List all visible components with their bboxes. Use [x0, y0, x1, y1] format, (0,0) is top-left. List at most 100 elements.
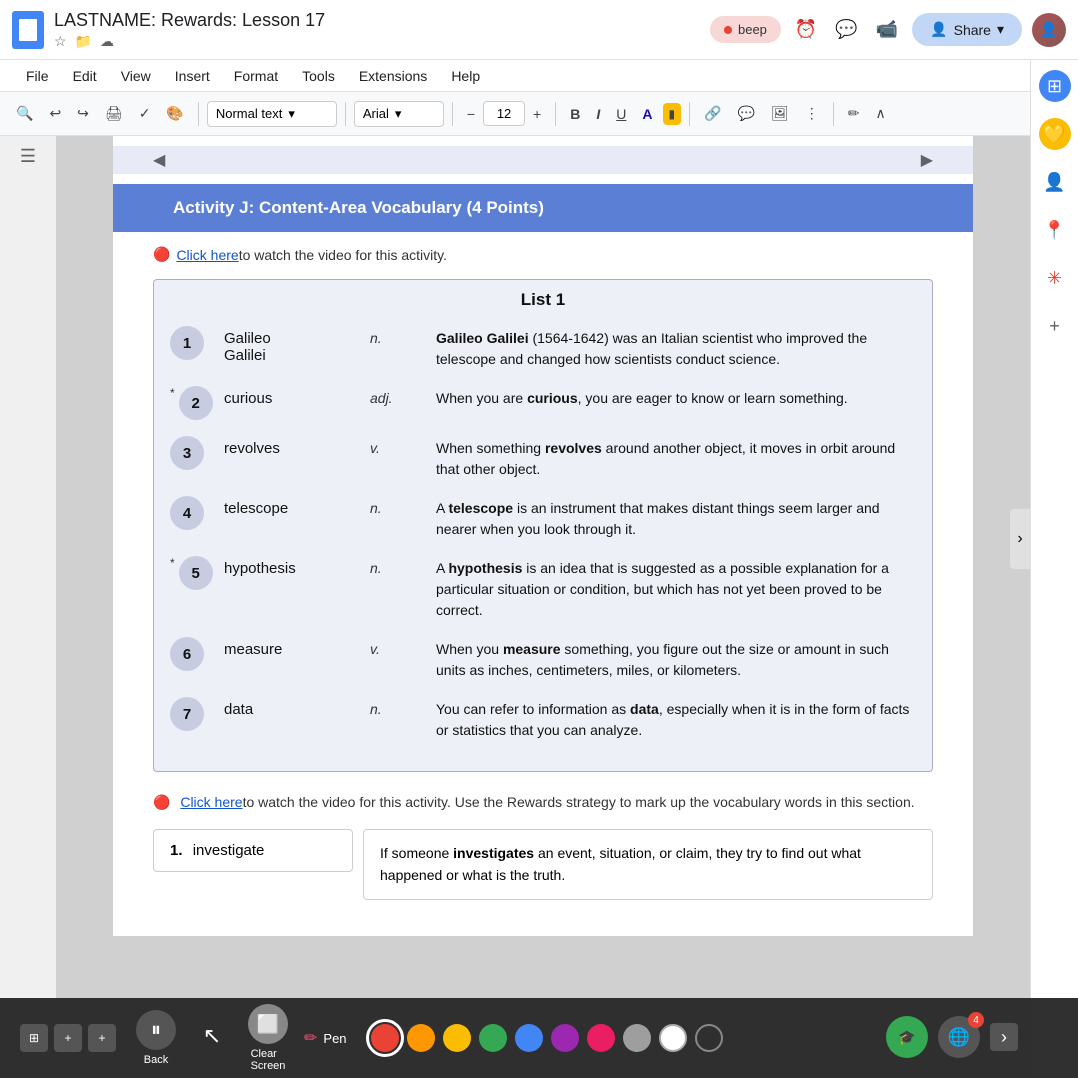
italic-button[interactable]: I: [590, 102, 606, 126]
color-orange[interactable]: [407, 1024, 435, 1052]
menu-format[interactable]: Format: [224, 64, 288, 88]
underline-button[interactable]: U: [610, 102, 632, 126]
expand-panel-button[interactable]: ›: [990, 1023, 1018, 1051]
beep-label: beep: [738, 22, 767, 37]
color-white[interactable]: [659, 1024, 687, 1052]
back-label: Back: [144, 1054, 168, 1066]
menu-edit[interactable]: Edit: [63, 64, 107, 88]
comment-button[interactable]: 💬: [732, 101, 761, 126]
image-button[interactable]: 🖼: [765, 101, 795, 126]
vocab-def-4: A telescope is an instrument that makes …: [436, 494, 916, 540]
folder-icon[interactable]: 📁: [75, 33, 92, 50]
text-color-button[interactable]: A: [636, 102, 658, 126]
font-selector[interactable]: Arial ▾: [354, 101, 444, 127]
list-icon[interactable]: ☰: [20, 146, 36, 167]
font-size-decrease-button[interactable]: −: [461, 102, 481, 126]
vocab-pos-6: v.: [370, 635, 430, 657]
investigate-num: 1.: [170, 842, 183, 859]
bold-button[interactable]: B: [564, 102, 586, 126]
link-button[interactable]: 🔗: [698, 101, 727, 126]
share-icon: 👤: [930, 21, 947, 38]
color-purple[interactable]: [551, 1024, 579, 1052]
add-btn[interactable]: +: [54, 1024, 82, 1052]
meet-button[interactable]: 📹: [872, 15, 902, 44]
menu-tools[interactable]: Tools: [292, 64, 345, 88]
vocab-row: 1 GalileoGalilei n. Galileo Galilei (156…: [170, 324, 916, 370]
cloud-icon[interactable]: ☁: [100, 33, 114, 50]
font-size-increase-button[interactable]: +: [527, 102, 547, 126]
grid-icon-btn[interactable]: ⊞: [20, 1024, 48, 1052]
bottom-toolbar: ⊞ + + ⏸ Back ↖ ⬜ ClearScreen ✏ Pen: [0, 998, 1078, 1078]
doc-icon: [12, 11, 44, 49]
print-button[interactable]: 🖨: [99, 101, 129, 126]
menu-file[interactable]: File: [16, 64, 59, 88]
panel-expand-button[interactable]: ›: [1010, 509, 1030, 569]
share-button[interactable]: 👤 Share ▾: [912, 13, 1022, 46]
redo-button[interactable]: ↪: [71, 101, 95, 126]
color-clear[interactable]: [695, 1024, 723, 1052]
vocab-num-6: 6: [170, 637, 204, 671]
video-link[interactable]: Click here: [176, 247, 238, 263]
separator-5: [689, 102, 690, 126]
click-line-link[interactable]: Click here: [180, 792, 242, 813]
pen-tool-button[interactable]: ✏: [842, 101, 866, 126]
panel-chevron-icon: ›: [1017, 530, 1022, 548]
vocab-num-3: 3: [170, 436, 204, 470]
vocab-table-title: List 1: [170, 290, 916, 310]
margin-right-arrow-icon[interactable]: ▶: [921, 150, 933, 170]
sidebar-add-icon[interactable]: +: [1039, 310, 1071, 342]
vocab-row: * 2 curious adj. When you are curious, y…: [170, 384, 916, 420]
menu-insert[interactable]: Insert: [165, 64, 220, 88]
vocab-pos-1: n.: [370, 324, 430, 346]
sidebar-contacts-icon[interactable]: 👤: [1039, 166, 1071, 198]
sidebar-asterisk-icon[interactable]: ✳: [1039, 262, 1071, 294]
activity-header: Activity J: Content-Area Vocabulary (4 P…: [113, 184, 973, 232]
color-green[interactable]: [479, 1024, 507, 1052]
more-btn[interactable]: +: [88, 1024, 116, 1052]
spellcheck-button[interactable]: ✓: [133, 101, 157, 126]
style-value: Normal text: [216, 106, 282, 121]
vocab-num-container: 6: [170, 635, 218, 671]
menu-help[interactable]: Help: [441, 64, 490, 88]
chat-button[interactable]: 🌐 4: [938, 1016, 980, 1058]
share-label: Share: [954, 22, 991, 38]
style-selector[interactable]: Normal text ▾: [207, 101, 337, 127]
separator-4: [555, 102, 556, 126]
color-yellow[interactable]: [443, 1024, 471, 1052]
beep-button[interactable]: beep: [710, 16, 781, 43]
cursor-button[interactable]: ↖: [192, 1016, 232, 1060]
separator-6: [833, 102, 834, 126]
vocab-def-3: When something revolves around another o…: [436, 434, 916, 480]
paint-format-button[interactable]: 🎨: [160, 101, 189, 126]
star-icon[interactable]: ☆: [54, 33, 67, 50]
color-pink[interactable]: [587, 1024, 615, 1052]
page: ◀ ▶ Activity J: Content-Area Vocabulary …: [113, 136, 973, 936]
highlight-button[interactable]: ▮: [663, 103, 682, 125]
vocab-num-container: * 5: [170, 554, 218, 590]
avatar[interactable]: 👤: [1032, 13, 1066, 47]
vocab-num-container: 1: [170, 324, 218, 360]
sidebar-maps-icon[interactable]: 📍: [1039, 214, 1071, 246]
comments-button[interactable]: 💬: [831, 15, 861, 44]
undo-button[interactable]: ↩: [43, 101, 67, 126]
collapse-toolbar-button[interactable]: ∧: [870, 101, 892, 126]
more-button[interactable]: ⋮: [799, 101, 825, 126]
clear-screen-label: ClearScreen: [251, 1048, 286, 1072]
history-button[interactable]: ⏰: [791, 15, 821, 44]
menu-extensions[interactable]: Extensions: [349, 64, 437, 88]
search-button[interactable]: 🔍: [10, 101, 39, 126]
vocab-def-7: You can refer to information as data, es…: [436, 695, 916, 741]
sidebar-keep-icon[interactable]: 💛: [1039, 118, 1071, 150]
sidebar-sheets-icon[interactable]: ⊞: [1039, 70, 1071, 102]
classroom-button[interactable]: 🎓: [886, 1016, 928, 1058]
main-area[interactable]: ◀ ▶ Activity J: Content-Area Vocabulary …: [56, 136, 1030, 998]
font-size-display[interactable]: 12: [483, 101, 525, 126]
color-grey[interactable]: [623, 1024, 651, 1052]
margin-left-arrow-icon[interactable]: ◀: [153, 150, 165, 170]
back-button[interactable]: ⏸ Back: [136, 1010, 176, 1066]
menu-view[interactable]: View: [111, 64, 161, 88]
color-blue[interactable]: [515, 1024, 543, 1052]
vocab-num-container: 3: [170, 434, 218, 470]
clear-screen-button[interactable]: ⬜ ClearScreen: [248, 1004, 288, 1072]
color-red[interactable]: [371, 1024, 399, 1052]
